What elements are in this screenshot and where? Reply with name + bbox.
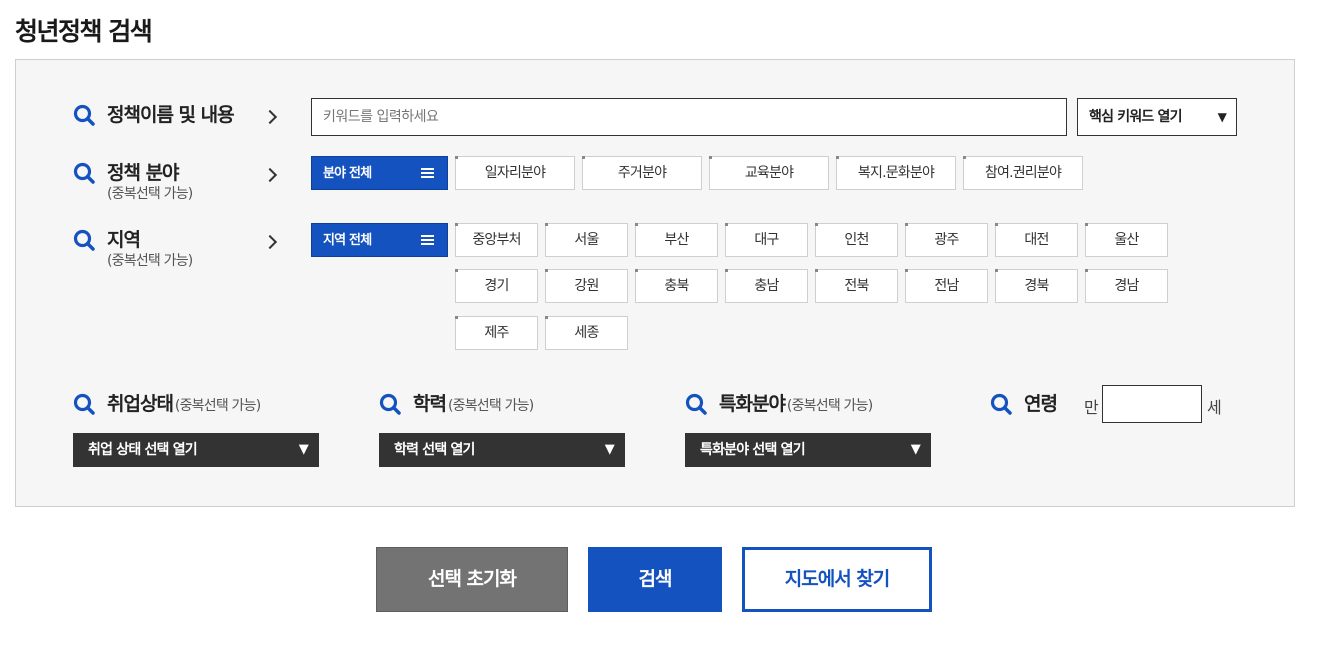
region-chip[interactable]: 울산 (1085, 223, 1168, 257)
region-chip[interactable]: 충남 (725, 269, 808, 303)
age-suffix: 세 (1207, 398, 1222, 417)
page-title: 청년정책 검색 (15, 17, 153, 46)
chevron-right-icon (262, 109, 278, 125)
chevron-right-icon (262, 234, 278, 250)
education-label: 학력 (413, 393, 447, 415)
region-chip[interactable]: 대구 (725, 223, 808, 257)
field-chip[interactable]: 참여.권리분야 (963, 156, 1083, 190)
search-icon (73, 162, 95, 184)
caret-down-icon: ▼ (604, 442, 615, 457)
region-chip[interactable]: 강원 (545, 269, 628, 303)
menu-icon (421, 168, 434, 178)
map-search-button[interactable]: 지도에서 찾기 (742, 547, 932, 612)
education-label-group: 학력 (중복선택 가능) (379, 392, 534, 418)
region-chip[interactable]: 광주 (905, 223, 988, 257)
employment-select-label: 취업 상태 선택 열기 (88, 442, 198, 458)
region-chip[interactable]: 충북 (635, 269, 718, 303)
field-label: 정책 분야 (107, 162, 180, 184)
caret-down-icon: ▼ (910, 442, 921, 457)
field-row-label: 정책 분야 (중복선택 가능) (73, 161, 193, 203)
search-icon (73, 393, 95, 415)
region-chip[interactable]: 제주 (455, 316, 538, 350)
search-icon (73, 104, 95, 126)
employment-select[interactable]: 취업 상태 선택 열기 ▼ (73, 433, 319, 467)
region-multi-note: (중복선택 가능) (107, 253, 193, 269)
specialty-select[interactable]: 특화분야 선택 열기 ▼ (685, 433, 931, 467)
field-chip[interactable]: 교육분야 (709, 156, 829, 190)
region-chip[interactable]: 인천 (815, 223, 898, 257)
field-all-label: 분야 전체 (323, 166, 372, 181)
region-chip[interactable]: 경북 (995, 269, 1078, 303)
specialty-multi-note: (중복선택 가능) (786, 398, 873, 414)
region-all-button[interactable]: 지역 전체 (311, 223, 448, 257)
region-chip[interactable]: 경기 (455, 269, 538, 303)
region-row-label: 지역 (중복선택 가능) (73, 228, 193, 270)
reset-button[interactable]: 선택 초기화 (376, 547, 568, 612)
search-icon (685, 393, 707, 415)
keyword-search-input[interactable] (311, 98, 1067, 136)
field-chip[interactable]: 주거분야 (582, 156, 702, 190)
menu-icon (421, 235, 434, 245)
region-chip[interactable]: 대전 (995, 223, 1078, 257)
region-chip[interactable]: 전남 (905, 269, 988, 303)
region-chip[interactable]: 세종 (545, 316, 628, 350)
region-chip[interactable]: 중앙부처 (455, 223, 538, 257)
search-button[interactable]: 검색 (588, 547, 722, 612)
keyword-row-label: 정책이름 및 내용 (73, 103, 235, 127)
specialty-label-group: 특화분야 (중복선택 가능) (685, 392, 873, 418)
region-all-label: 지역 전체 (323, 233, 372, 248)
search-panel: 정책이름 및 내용 핵심 키워드 열기 ▼ 정책 분야 (중복선택 가능) 분야… (15, 59, 1295, 507)
region-chip[interactable]: 전북 (815, 269, 898, 303)
age-label: 연령 (1024, 393, 1058, 415)
education-multi-note: (중복선택 가능) (447, 398, 534, 414)
age-input[interactable] (1102, 385, 1202, 423)
education-select[interactable]: 학력 선택 열기 ▼ (379, 433, 625, 467)
region-label: 지역 (107, 229, 141, 251)
employment-label: 취업상태 (107, 393, 174, 415)
caret-down-icon: ▼ (298, 442, 309, 457)
region-chip[interactable]: 서울 (545, 223, 628, 257)
keyword-toggle-button[interactable]: 핵심 키워드 열기 ▼ (1077, 98, 1237, 136)
keyword-toggle-label: 핵심 키워드 열기 (1089, 109, 1183, 125)
field-chip[interactable]: 복지.문화분야 (836, 156, 956, 190)
search-icon (379, 393, 401, 415)
employment-label-group: 취업상태 (중복선택 가능) (73, 392, 261, 418)
search-icon (990, 393, 1012, 415)
employment-multi-note: (중복선택 가능) (174, 398, 261, 414)
search-icon (73, 229, 95, 251)
age-prefix: 만 (1084, 398, 1099, 417)
region-chip[interactable]: 부산 (635, 223, 718, 257)
region-chip[interactable]: 경남 (1085, 269, 1168, 303)
chevron-right-icon (262, 167, 278, 183)
keyword-label: 정책이름 및 내용 (107, 104, 235, 126)
field-chip[interactable]: 일자리분야 (455, 156, 575, 190)
specialty-label: 특화분야 (719, 393, 786, 415)
field-multi-note: (중복선택 가능) (107, 186, 193, 202)
field-all-button[interactable]: 분야 전체 (311, 156, 448, 190)
caret-down-icon: ▼ (1217, 110, 1227, 124)
specialty-select-label: 특화분야 선택 열기 (700, 442, 806, 458)
age-label-group: 연령 (990, 392, 1058, 416)
education-select-label: 학력 선택 열기 (394, 442, 475, 458)
